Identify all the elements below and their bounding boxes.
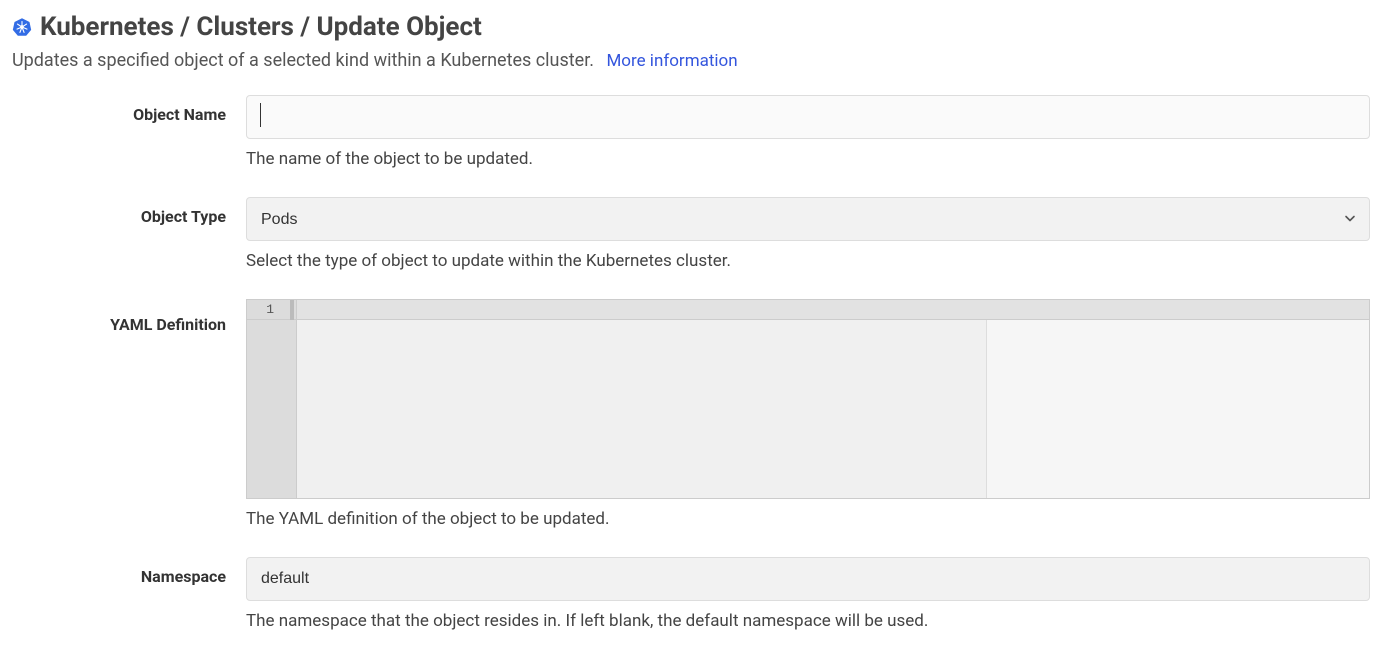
editor-line-number: 1: [247, 300, 296, 320]
namespace-label: Namespace: [12, 557, 246, 586]
editor-pane-left: [297, 320, 987, 498]
form-row-object-type: Object Type Pods Select the type of obje…: [12, 197, 1370, 271]
editor-gutter-handle: [290, 300, 294, 320]
page-description-row: Updates a specified object of a selected…: [12, 50, 1370, 71]
form-row-yaml-definition: YAML Definition 1 The YAML definition of…: [12, 299, 1370, 529]
object-type-help: Select the type of object to update with…: [246, 251, 1370, 271]
kubernetes-icon: [12, 17, 32, 37]
page-title: Kubernetes / Clusters / Update Object: [40, 12, 482, 42]
text-cursor: [260, 103, 261, 127]
yaml-definition-label: YAML Definition: [12, 299, 246, 334]
object-type-label: Object Type: [12, 197, 246, 226]
object-type-select[interactable]: Pods: [246, 197, 1370, 241]
form-row-namespace: Namespace The namespace that the object …: [12, 557, 1370, 631]
more-information-link[interactable]: More information: [606, 51, 737, 71]
editor-body[interactable]: [297, 300, 1369, 498]
object-name-label: Object Name: [12, 95, 246, 124]
namespace-help: The namespace that the object resides in…: [246, 611, 1370, 631]
yaml-definition-help: The YAML definition of the object to be …: [246, 509, 1370, 529]
editor-pane-right: [987, 320, 1369, 498]
yaml-code-editor[interactable]: 1: [246, 299, 1370, 499]
editor-active-line: [297, 300, 1369, 320]
page-description: Updates a specified object of a selected…: [12, 50, 594, 71]
object-name-input[interactable]: [246, 95, 1370, 139]
form-row-object-name: Object Name The name of the object to be…: [12, 95, 1370, 169]
object-name-help: The name of the object to be updated.: [246, 149, 1370, 169]
namespace-input[interactable]: [246, 557, 1370, 601]
editor-gutter: 1: [247, 300, 297, 498]
page-header: Kubernetes / Clusters / Update Object: [12, 12, 1370, 42]
